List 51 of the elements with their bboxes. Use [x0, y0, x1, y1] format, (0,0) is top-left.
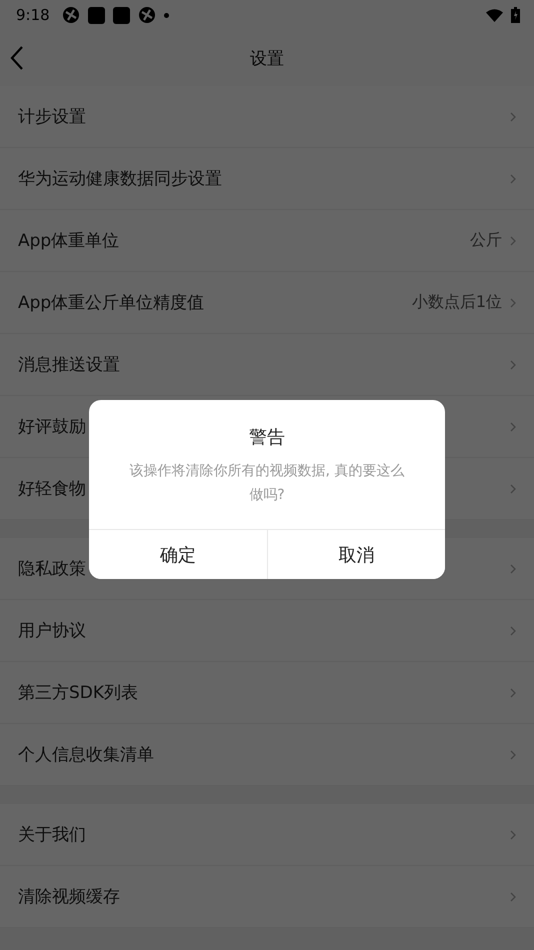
settings-row[interactable]: 华为运动健康数据同步设置	[0, 148, 534, 210]
page-title: 设置	[250, 48, 284, 70]
settings-row[interactable]: 清除视频缓存	[0, 866, 534, 928]
chevron-icon	[510, 298, 516, 308]
dialog-message: 该操作将清除你所有的视频数据, 真的要这么做吗?	[128, 462, 406, 505]
settings-row[interactable]: 第三方SDK列表	[0, 662, 534, 724]
status-time: 9:18	[16, 6, 50, 24]
settings-row[interactable]: 消息推送设置	[0, 334, 534, 396]
app-icon	[88, 6, 105, 24]
chevron-icon	[510, 174, 516, 184]
settings-row[interactable]: App体重单位 公斤	[0, 210, 534, 272]
row-value: 公斤	[470, 230, 502, 251]
wifi-icon	[486, 8, 503, 22]
app-icon	[62, 6, 80, 24]
chevron-icon	[510, 422, 516, 432]
battery-icon	[511, 7, 520, 23]
row-label: App体重单位	[18, 230, 120, 252]
settings-row[interactable]: 关于我们	[0, 804, 534, 866]
chevron-icon	[510, 892, 516, 902]
dialog-title: 警告	[248, 426, 286, 449]
chevron-icon	[510, 626, 516, 636]
row-label: 关于我们	[18, 824, 86, 846]
row-value: 小数点后1位	[412, 292, 502, 313]
settings-row[interactable]: 计步设置	[0, 86, 534, 148]
chevron-icon	[510, 112, 516, 122]
settings-row[interactable]: 个人信息收集清单	[0, 724, 534, 786]
settings-row[interactable]: 用户协议	[0, 600, 534, 662]
row-label: 用户协议	[18, 620, 86, 642]
settings-row[interactable]: App体重公斤单位精度值 小数点后1位	[0, 272, 534, 334]
row-label: 消息推送设置	[18, 354, 120, 376]
chevron-icon	[510, 564, 516, 574]
row-label: App体重公斤单位精度值	[18, 292, 204, 314]
chevron-icon	[510, 750, 516, 760]
row-label: 个人信息收集清单	[18, 744, 154, 766]
chevron-icon	[510, 236, 516, 246]
chevron-icon	[510, 360, 516, 370]
row-label: 第三方SDK列表	[18, 682, 138, 704]
chevron-icon	[510, 688, 516, 698]
dot-icon	[164, 12, 169, 18]
row-label: 清除视频缓存	[18, 886, 120, 908]
row-label: 好评鼓励	[18, 416, 86, 438]
row-label: 计步设置	[18, 106, 86, 128]
row-label: 隐私政策	[18, 558, 86, 580]
row-label: 好轻食物	[18, 478, 86, 500]
dialog-button[interactable]: 取消	[266, 530, 445, 579]
back-icon[interactable]	[10, 46, 24, 70]
app-icon	[138, 6, 156, 24]
row-label: 华为运动健康数据同步设置	[18, 168, 222, 190]
chevron-icon	[510, 484, 516, 494]
app-icon	[112, 6, 130, 24]
chevron-icon	[510, 830, 516, 840]
